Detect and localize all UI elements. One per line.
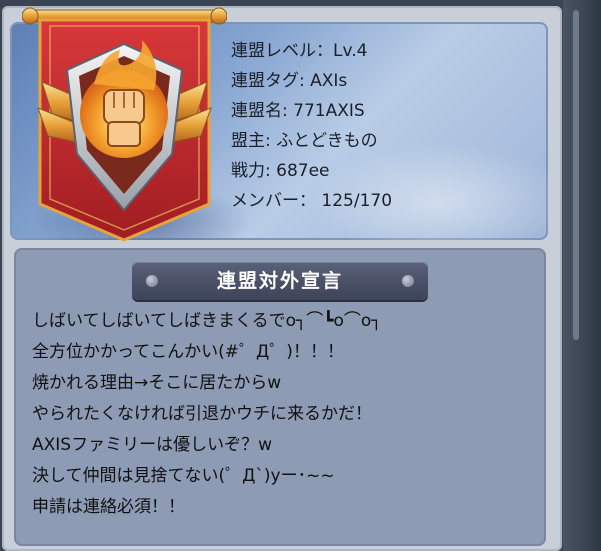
alliance-stats: 連盟レベル：Lv.4 連盟タグ: AXIs 連盟名: 771AXIS 盟主: ふ… bbox=[231, 36, 392, 216]
alliance-tag: 連盟タグ: AXIs bbox=[231, 71, 348, 91]
alliance-power: 戦力: 687ee bbox=[231, 161, 330, 181]
declaration-line: 申請は連絡必須！！ bbox=[32, 497, 185, 517]
alliance-level: 連盟レベル：Lv.4 bbox=[231, 41, 368, 61]
raised-fist-icon bbox=[103, 89, 145, 147]
declaration-title: 連盟対外宣言 bbox=[216, 270, 343, 292]
declaration-text: しばいてしばいてしばきまくるでo┐⌒┗o⌒o┐ 全方位かかってこんかい(#゜Д゜… bbox=[32, 306, 382, 523]
declaration-line: やられたくなければ引退かウチに来るかだ！ bbox=[32, 404, 372, 424]
declaration-line: 焼かれる理由→そこに居たからw bbox=[32, 373, 282, 393]
declaration-line: AXISファミリーは優しいぞ？w bbox=[32, 435, 272, 455]
alliance-name: 連盟名: 771AXIS bbox=[231, 101, 365, 121]
declaration-title-plate: 連盟対外宣言 bbox=[132, 262, 428, 300]
alliance-members: メンバー： 125/170 bbox=[231, 191, 393, 211]
side-rail bbox=[563, 0, 601, 551]
declaration-line: しばいてしばいてしばきまくるでo┐⌒┗o⌒o┐ bbox=[32, 311, 382, 331]
rivet-icon bbox=[402, 275, 414, 287]
alliance-emblem-banner bbox=[22, 7, 227, 242]
alliance-declaration-panel: 連盟対外宣言 しばいてしばいてしばきまくるでo┐⌒┗o⌒o┐ 全方位かかってこん… bbox=[14, 248, 546, 546]
declaration-line: 全方位かかってこんかい(#゜Д゜)！！！ bbox=[32, 342, 344, 362]
rivet-icon bbox=[146, 275, 158, 287]
alliance-leader: 盟主: ふとどきもの bbox=[231, 131, 378, 151]
declaration-line: 決して仲間は見捨てない(゜Д`)yー･~~ bbox=[32, 466, 335, 486]
scroll-track bbox=[573, 10, 579, 340]
